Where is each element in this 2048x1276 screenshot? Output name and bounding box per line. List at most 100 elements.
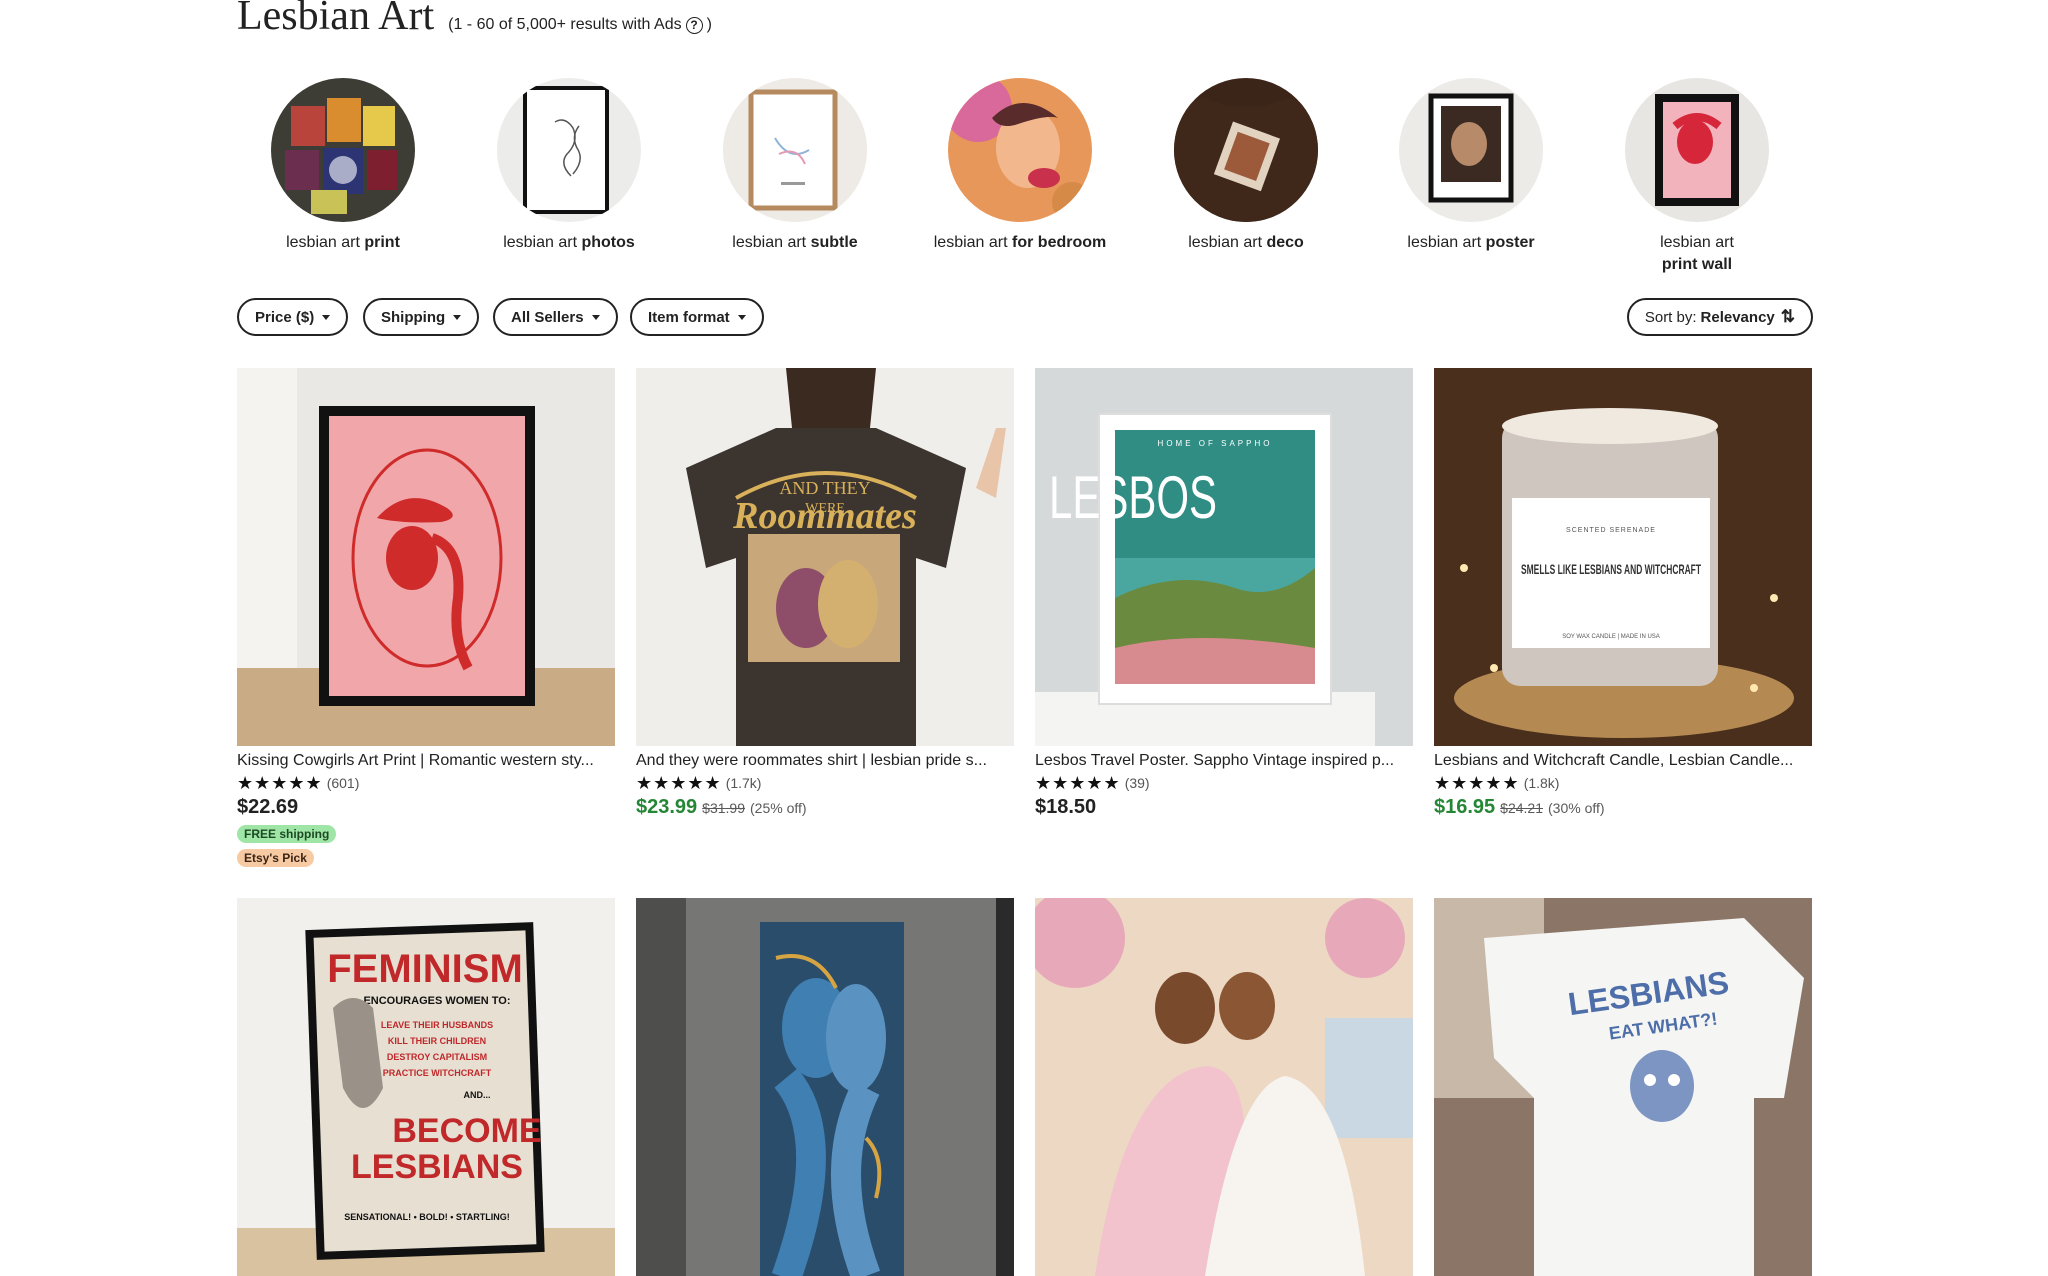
page-title: Lesbian Art <box>237 0 435 39</box>
related-prefix: lesbian art <box>286 234 365 251</box>
subtle-thumb-icon <box>723 78 867 222</box>
listing-card[interactable]: AND THEY WERE Roommates And they were ro… <box>636 368 1014 819</box>
listing-card[interactable]: HOME OF SAPPHO LESBOS Lesbos Travel Post… <box>1035 368 1413 819</box>
listing-image[interactable] <box>1035 898 1413 1276</box>
listing-card[interactable]: FEMINISM ENCOURAGES WOMEN TO: LEAVE THEI… <box>237 898 615 1276</box>
help-icon[interactable]: ? <box>685 16 703 34</box>
star-rating-icon: ★★★★★ <box>1035 772 1121 793</box>
listing-title[interactable]: And they were roommates shirt | lesbian … <box>636 750 1014 772</box>
related-search-subtle[interactable]: lesbian art subtle <box>695 78 895 254</box>
listing-image[interactable]: SCENTED SERENADE SMELLS LIKE LESBIANS AN… <box>1434 368 1812 746</box>
listing-card[interactable] <box>1035 898 1413 1276</box>
listing-original-price: $31.99 <box>702 800 745 816</box>
shipping-filter-label: Shipping <box>381 308 446 326</box>
caret-down-icon <box>453 314 462 320</box>
price-row: $22.69 <box>237 796 615 819</box>
listing-image[interactable] <box>237 368 615 746</box>
feminism-sub: ENCOURAGES WOMEN TO: <box>363 995 510 1007</box>
shirt-text-3: Roommates <box>732 495 917 537</box>
item-format-filter-button[interactable]: Item format <box>630 298 764 336</box>
price-row: $18.50 <box>1035 796 1413 819</box>
review-count: (1.7k) <box>725 775 762 791</box>
listing-title[interactable]: Kissing Cowgirls Art Print | Romantic we… <box>237 750 615 772</box>
listing-price: $22.69 <box>237 796 299 818</box>
price-row: $23.99 $31.99 (25% off) <box>636 796 1014 819</box>
listing-title[interactable]: Lesbos Travel Poster. Sappho Vintage ins… <box>1035 750 1413 772</box>
feminism-big-2: LESBIANS <box>351 1148 523 1186</box>
star-rating-icon: ★★★★★ <box>1434 772 1520 793</box>
review-count: (1.8k) <box>1523 775 1560 791</box>
shipping-filter-button[interactable]: Shipping <box>363 298 480 336</box>
results-header: Lesbian Art (1 - 60 of 5,000+ results wi… <box>237 0 712 40</box>
free-shipping-badge: FREE shipping <box>237 825 337 843</box>
related-search-print-wall[interactable]: lesbian art print wall <box>1597 78 1797 276</box>
listing-card[interactable] <box>636 898 1014 1276</box>
listing-rating: ★★★★★ (1.8k) <box>1434 772 1812 794</box>
listing-image[interactable]: HOME OF SAPPHO LESBOS <box>1035 368 1413 746</box>
related-bold: photos <box>581 234 635 251</box>
poster-thumb-icon <box>1399 78 1543 222</box>
feminism-big-1: BECOME <box>392 1112 541 1150</box>
listing-card[interactable]: Kissing Cowgirls Art Print | Romantic we… <box>237 368 615 867</box>
related-search-poster[interactable]: lesbian art poster <box>1371 78 1571 254</box>
feminism-line-3: DESTROY CAPITALISM <box>387 1052 487 1062</box>
bedroom-thumb-icon <box>948 78 1092 222</box>
listing-discount: (30% off) <box>1548 800 1605 816</box>
related-bold: for bedroom <box>1012 234 1107 251</box>
listing-sale-price: $23.99 <box>636 796 698 818</box>
related-prefix: lesbian art <box>1407 234 1486 251</box>
sort-button[interactable]: Sort by: Relevancy ⇅ <box>1626 298 1813 336</box>
feminism-foot: SENSATIONAL! • BOLD! • STARTLING! <box>344 1212 509 1222</box>
related-bold: print wall <box>1661 256 1733 273</box>
results-count-text: (1 - 60 of 5,000+ results with Ads <box>448 16 682 33</box>
listing-image[interactable]: AND THEY WERE Roommates <box>636 368 1014 746</box>
related-search-deco[interactable]: lesbian art deco <box>1146 78 1346 254</box>
caret-down-icon <box>322 314 331 320</box>
price-filter-button[interactable]: Price ($) <box>237 298 349 336</box>
etsys-pick-badge: Etsy's Pick <box>237 849 314 867</box>
poster-top-text: HOME OF SAPPHO <box>1158 439 1273 448</box>
caret-down-icon <box>591 314 600 320</box>
sellers-filter-button[interactable]: All Sellers <box>493 298 618 336</box>
candle-brand: SCENTED SERENADE <box>1566 527 1656 534</box>
star-rating-icon: ★★★★★ <box>237 772 323 793</box>
listing-original-price: $24.21 <box>1500 800 1543 816</box>
related-searches: lesbian art print lesbian art photos les… <box>237 78 1813 278</box>
related-bold: print <box>364 234 400 251</box>
review-count: (39) <box>1124 775 1150 791</box>
listing-image[interactable] <box>636 898 1014 1276</box>
sort-arrows-icon: ⇅ <box>1780 307 1795 326</box>
listing-price: $18.50 <box>1035 796 1097 818</box>
listing-image[interactable]: FEMINISM ENCOURAGES WOMEN TO: LEAVE THEI… <box>237 898 615 1276</box>
related-search-photos[interactable]: lesbian art photos <box>469 78 669 254</box>
feminism-line-2: KILL THEIR CHILDREN <box>388 1036 486 1046</box>
poster-word: LESBOS <box>1049 464 1217 531</box>
listing-sale-price: $16.95 <box>1434 796 1496 818</box>
feminism-line-1: LEAVE THEIR HUSBANDS <box>381 1020 493 1030</box>
sort-value: Relevancy <box>1700 308 1775 326</box>
feminism-title: FEMINISM <box>327 947 523 991</box>
related-prefix: lesbian art <box>933 234 1013 251</box>
listing-discount: (25% off) <box>750 800 807 816</box>
listing-image[interactable]: LESBIANS EAT WHAT?! <box>1434 898 1812 1276</box>
related-prefix: lesbian art <box>1188 234 1267 251</box>
listing-card[interactable]: SCENTED SERENADE SMELLS LIKE LESBIANS AN… <box>1434 368 1812 819</box>
listing-title[interactable]: Lesbians and Witchcraft Candle, Lesbian … <box>1434 750 1812 772</box>
price-row: $16.95 $24.21 (30% off) <box>1434 796 1812 819</box>
related-search-print[interactable]: lesbian art print <box>243 78 443 254</box>
listing-rating: ★★★★★ (39) <box>1035 772 1413 794</box>
print-wall-thumb-icon <box>1625 78 1769 222</box>
related-prefix: lesbian art <box>732 234 811 251</box>
related-bold: poster <box>1485 234 1535 251</box>
related-bold: subtle <box>810 234 858 251</box>
listing-rating: ★★★★★ (601) <box>237 772 615 794</box>
candle-foot: SOY WAX CANDLE | MADE IN USA <box>1562 634 1660 640</box>
star-rating-icon: ★★★★★ <box>636 772 722 793</box>
candle-text: SMELLS LIKE LESBIANS AND WITCHCRAFT <box>1521 561 1701 577</box>
review-count: (601) <box>326 775 360 791</box>
listing-card[interactable]: LESBIANS EAT WHAT?! <box>1434 898 1812 1276</box>
related-search-for-bedroom[interactable]: lesbian art for bedroom <box>920 78 1120 254</box>
sellers-filter-label: All Sellers <box>511 308 584 326</box>
results-count: (1 - 60 of 5,000+ results with Ads ? ) <box>448 16 712 34</box>
related-bold: deco <box>1266 234 1304 251</box>
